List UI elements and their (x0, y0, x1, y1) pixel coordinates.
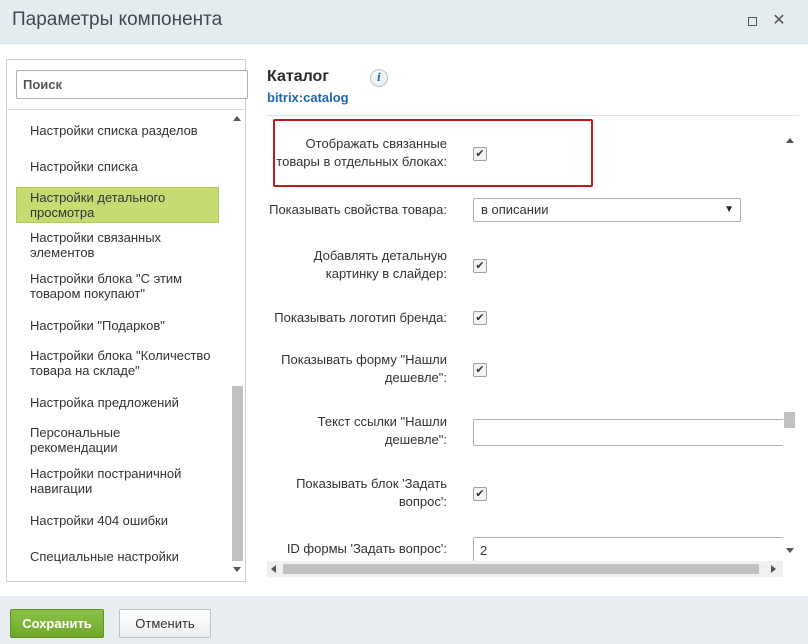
save-button[interactable]: Сохранить (10, 609, 104, 638)
sidebar-item-label: элементов (30, 245, 95, 260)
found-cheaper-form-checkbox[interactable]: ✔ (473, 363, 487, 377)
sidebar-nav: Настройки списка разделов Настройки спис… (7, 110, 231, 580)
scroll-right-icon[interactable] (771, 565, 776, 573)
param-label-line: дешевле": (384, 432, 447, 447)
param-label-line: дешевле": (384, 370, 447, 385)
sidebar-item-label: Настройки списка разделов (30, 123, 198, 138)
param-label-line: Показывать блок 'Задать (296, 476, 447, 491)
param-label: Показывать блок 'Задать вопрос': (296, 475, 447, 511)
chevron-down-icon: ▼ (724, 204, 734, 215)
sidebar-item-label: Настройка предложений (30, 395, 179, 410)
sidebar-item-label: рекомендации (30, 440, 118, 455)
scroll-down-icon[interactable] (233, 567, 241, 572)
sidebar-item-label: Настройки списка (30, 159, 138, 174)
sidebar-item-404[interactable]: Настройки 404 ошибки (16, 511, 219, 530)
sidebar-scrollbar[interactable] (231, 110, 245, 580)
component-code: bitrix:catalog (267, 90, 349, 105)
window-title: Параметры компонента (12, 9, 223, 30)
dialog-content: Настройки списка разделов Настройки спис… (0, 44, 808, 596)
detail-picture-slider-checkbox[interactable]: ✔ (473, 259, 487, 273)
scrollbar-thumb[interactable] (283, 564, 759, 574)
scroll-down-icon[interactable] (786, 548, 794, 553)
param-label: Отображать связанные товары в отдельных б… (276, 135, 447, 171)
found-cheaper-link-text-input[interactable] (473, 419, 783, 446)
param-label: Показывать свойства товара: (269, 202, 447, 217)
sidebar-item-label: просмотра (30, 205, 95, 220)
product-properties-select[interactable]: в описании ▼ (473, 198, 741, 222)
sidebar-item-gifts[interactable]: Настройки "Подарков" (16, 316, 219, 335)
brand-logo-checkbox[interactable]: ✔ (473, 311, 487, 325)
params-vertical-scrollbar[interactable] (783, 132, 797, 560)
ask-question-block-checkbox[interactable]: ✔ (473, 487, 487, 501)
cancel-button[interactable]: Отменить (119, 609, 211, 638)
related-blocks-checkbox[interactable]: ✔ (473, 147, 487, 161)
search-input[interactable] (16, 70, 248, 99)
param-label: Показывать логотип бренда: (274, 310, 447, 325)
sidebar-item-label: Настройки постраничной (30, 466, 182, 481)
close-icon[interactable]: ✕ (771, 13, 787, 29)
sidebar-item-stock-amount[interactable]: Настройки блока "Количество товара на скл… (16, 346, 219, 380)
param-label-line: Показывать форму "Нашли (281, 352, 447, 367)
sidebar-item-label: Персональные (30, 425, 121, 440)
param-label-line: Добавлять детальную (313, 248, 447, 263)
ask-question-form-id-input[interactable]: 2 (473, 537, 783, 562)
param-label: ID формы 'Задать вопрос': (286, 541, 447, 556)
info-icon[interactable]: i (370, 69, 388, 87)
param-label-line: Отображать связанные (305, 136, 447, 151)
sidebar-item-recommendations[interactable]: Персональные рекомендации (16, 423, 219, 457)
window-titlebar: Параметры компонента ✕ (0, 0, 808, 44)
sidebar-item-label: Настройки блока "Количество (30, 348, 211, 363)
sidebar-item-special[interactable]: Специальные настройки (16, 547, 219, 566)
select-value: в описании (481, 202, 549, 217)
sidebar-item-linked-elements[interactable]: Настройки связанных элементов (16, 228, 219, 262)
scroll-up-icon[interactable] (786, 138, 794, 143)
param-label: Добавлять детальную картинку в слайдер: (314, 247, 447, 283)
sidebar-item-section-list[interactable]: Настройки списка разделов (16, 121, 219, 140)
sidebar-item-pagination[interactable]: Настройки постраничной навигации (16, 464, 219, 498)
scrollbar-thumb[interactable] (232, 386, 243, 561)
maximize-icon[interactable] (744, 13, 760, 29)
sidebar-item-offers[interactable]: Настройка предложений (16, 393, 219, 412)
scrollbar-thumb[interactable] (784, 412, 795, 428)
sidebar: Настройки списка разделов Настройки спис… (6, 59, 248, 582)
sidebar-item-label: товара на складе" (30, 363, 140, 378)
sidebar-item-label: Настройки детального (30, 190, 166, 205)
sidebar-item-list[interactable]: Настройки списка (16, 157, 219, 176)
param-label-line: картинку в слайдер: (325, 266, 447, 281)
sidebar-item-label: Настройки "Подарков" (30, 318, 165, 333)
scroll-left-icon[interactable] (271, 565, 276, 573)
sidebar-item-label: навигации (30, 481, 93, 496)
param-label-line: Текст ссылки "Нашли (317, 414, 447, 429)
sidebar-item-label: Настройки 404 ошибки (30, 513, 168, 528)
sidebar-item-label: Специальные настройки (30, 549, 179, 564)
sidebar-item-label: товаром покупают" (30, 286, 145, 301)
component-title: Каталог (267, 68, 329, 85)
sidebar-item-detail-view[interactable]: Настройки детального просмотра (16, 187, 219, 223)
param-label: Показывать форму "Нашли дешевле": (281, 351, 447, 387)
sidebar-item-label: Настройки блока "С этим (30, 271, 183, 286)
params-horizontal-scrollbar[interactable] (267, 561, 783, 577)
params-panel: Отображать связанные товары в отдельных б… (267, 116, 783, 562)
param-label-line: товары в отдельных блоках: (276, 154, 447, 169)
sidebar-item-also-bought[interactable]: Настройки блока "С этим товаром покупают" (16, 269, 219, 303)
dialog-footer: Сохранить Отменить (0, 596, 808, 644)
param-label: Текст ссылки "Нашли дешевле": (318, 413, 447, 449)
scroll-up-icon[interactable] (233, 116, 241, 121)
sidebar-item-label: Настройки связанных (30, 230, 162, 245)
param-label-line: вопрос': (398, 494, 447, 509)
